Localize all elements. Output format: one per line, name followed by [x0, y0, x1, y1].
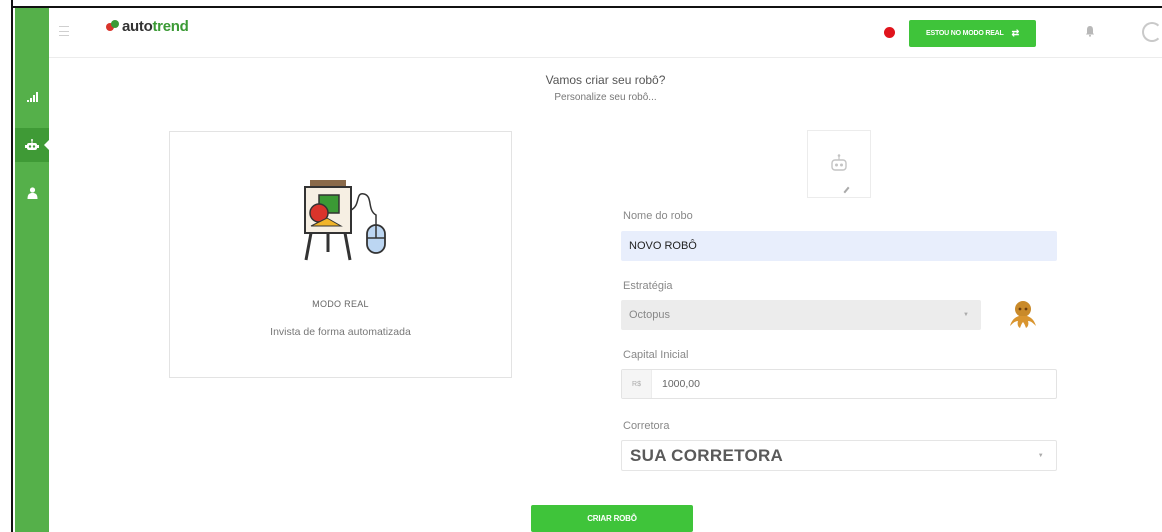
logo-mark-icon: [106, 19, 120, 34]
robot-placeholder-icon: [831, 154, 847, 171]
currency-prefix: R$: [622, 370, 652, 398]
octopus-strategy-icon: [1010, 301, 1036, 328]
logo-text-trend: trend: [152, 18, 189, 35]
capital-value: 1000,00: [662, 378, 700, 390]
top-bar: auto trend ESTOU NO MODO REAL ⇄: [49, 8, 1162, 58]
robot-name-label: Nome do robo: [623, 210, 693, 222]
robot-icon: [25, 138, 39, 150]
user-icon: [27, 187, 37, 199]
sidebar-item-robots[interactable]: [15, 128, 50, 162]
brand-logo[interactable]: auto trend: [106, 18, 189, 35]
strategy-select[interactable]: Octopus ▼: [621, 300, 981, 330]
create-robot-button[interactable]: CRIAR ROBÔ: [531, 505, 693, 532]
broker-select[interactable]: SUA CORRETORA ▼: [621, 440, 1057, 471]
logo-text-auto: auto: [122, 18, 153, 35]
mode-switch-button[interactable]: ESTOU NO MODO REAL ⇄: [909, 20, 1036, 47]
broker-selected-value: SUA CORRETORA: [630, 445, 784, 465]
broker-label: Corretora: [623, 420, 670, 432]
robot-name-input[interactable]: NOVO ROBÔ: [621, 231, 1057, 261]
sidebar: [15, 8, 50, 532]
bar-chart-icon: [27, 92, 38, 102]
chevron-down-icon: ▼: [963, 312, 969, 318]
swap-arrows-icon: ⇄: [1011, 28, 1020, 38]
chevron-down-icon: ▼: [1037, 453, 1044, 459]
page-title: Vamos criar seu robô?: [545, 73, 666, 87]
menu-toggle-icon[interactable]: [59, 26, 69, 36]
capital-input[interactable]: R$ 1000,00: [621, 369, 1057, 399]
mode-description: Invista de forma automatizada: [270, 326, 411, 338]
capital-label: Capital Inicial: [623, 349, 689, 361]
window-border-left: [0, 0, 13, 532]
user-avatar[interactable]: [1142, 22, 1162, 42]
mode-title: MODO REAL: [312, 299, 369, 309]
mode-card[interactable]: MODO REAL Invista de forma automatizada: [169, 131, 512, 378]
bell-icon[interactable]: [1085, 25, 1097, 39]
sidebar-item-profile[interactable]: [15, 176, 49, 210]
live-status-dot: [884, 27, 895, 38]
strategy-label: Estratégia: [623, 280, 673, 292]
strategy-selected-value: Octopus: [629, 309, 670, 321]
page-subtitle: Personalize seu robô...: [554, 92, 657, 103]
robot-avatar-picker[interactable]: [807, 130, 871, 198]
edit-pencil-icon[interactable]: [843, 186, 850, 194]
sidebar-item-dashboard[interactable]: [15, 80, 49, 114]
easel-illustration-icon: [304, 180, 386, 261]
mode-switch-label: ESTOU NO MODO REAL: [926, 30, 1004, 37]
